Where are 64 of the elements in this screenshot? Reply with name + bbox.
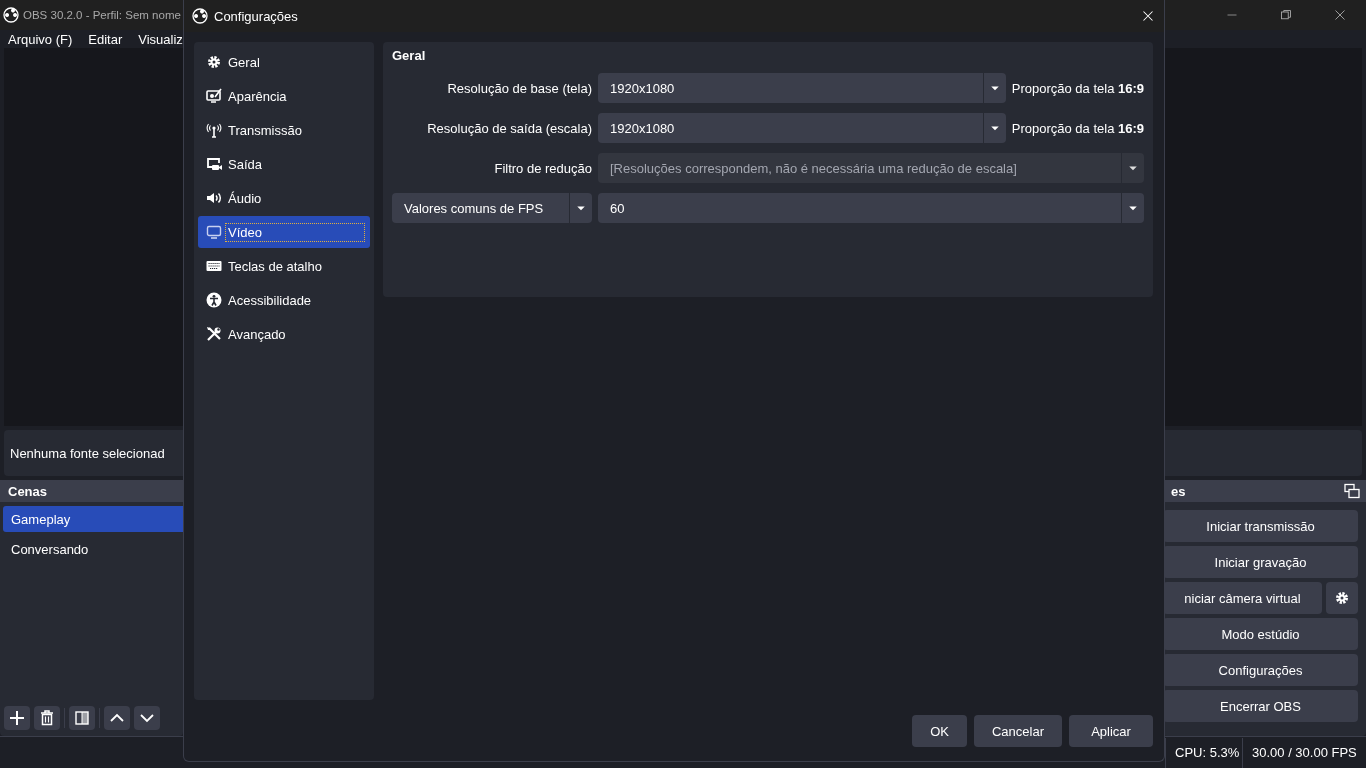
dialog-button[interactable]: OK bbox=[912, 715, 967, 747]
filter-icon bbox=[74, 710, 90, 726]
filter-button[interactable] bbox=[69, 706, 95, 730]
scene-item[interactable]: Conversando bbox=[3, 536, 183, 562]
menu-item[interactable]: Visualiz bbox=[138, 31, 183, 47]
monitor-icon bbox=[206, 224, 222, 240]
section-title: Geral bbox=[392, 48, 426, 63]
control-button[interactable]: Iniciar transmissão bbox=[1163, 510, 1358, 542]
sidebar-item[interactable]: Aparência bbox=[198, 80, 370, 112]
sidebar-item[interactable]: Avançado bbox=[198, 318, 370, 350]
obs-logo-icon bbox=[192, 8, 208, 24]
add-button[interactable] bbox=[4, 706, 30, 730]
status-text: 30.00 / 30.00 FPS bbox=[1242, 737, 1366, 768]
antenna-icon bbox=[206, 122, 222, 138]
aspect-ratio-text: Proporção da tela 16:9 bbox=[1011, 80, 1144, 96]
delete-button[interactable] bbox=[34, 706, 60, 730]
monitor-brush-icon bbox=[206, 88, 222, 104]
gear-icon bbox=[206, 54, 222, 70]
settings-button[interactable] bbox=[1326, 582, 1358, 614]
dialog-button[interactable]: Aplicar bbox=[1069, 715, 1153, 747]
tools-icon bbox=[206, 326, 222, 342]
sidebar-item[interactable]: Transmissão bbox=[198, 114, 370, 146]
scene-item[interactable]: Gameplay bbox=[3, 506, 183, 532]
field-label: Filtro de redução bbox=[493, 160, 592, 176]
move-down-button[interactable] bbox=[134, 706, 160, 730]
float-window-icon[interactable] bbox=[1344, 483, 1360, 499]
add-icon bbox=[9, 710, 25, 726]
control-button[interactable]: Encerrar OBS bbox=[1163, 690, 1358, 722]
field-label: Resolução de base (tela) bbox=[446, 80, 592, 96]
panel-title: Cenas bbox=[8, 483, 48, 499]
dropdown-field: [Resoluções correspondem, não é necessária uma redução de escala] bbox=[598, 153, 1144, 183]
control-button[interactable]: Iniciar gravação bbox=[1163, 546, 1358, 578]
dialog-button[interactable]: Cancelar bbox=[973, 715, 1062, 747]
dropdown-field[interactable]: 1920x1080 bbox=[598, 73, 1006, 103]
keyboard-icon bbox=[206, 258, 222, 274]
source-status-text: Nenhuma fonte selecionad bbox=[10, 445, 165, 461]
delete-icon bbox=[39, 710, 55, 726]
sidebar-item[interactable]: Vídeo bbox=[198, 216, 370, 248]
restore-icon[interactable] bbox=[1280, 9, 1292, 21]
fps-type-dropdown[interactable]: Valores comuns de FPS bbox=[392, 193, 592, 223]
sidebar-item[interactable]: Acessibilidade bbox=[198, 284, 370, 316]
sidebar-item[interactable]: Áudio bbox=[198, 182, 370, 214]
sidebar-item[interactable]: Geral bbox=[198, 46, 370, 78]
speaker-icon bbox=[206, 190, 222, 206]
aspect-ratio-text: Proporção da tela 16:9 bbox=[1011, 120, 1144, 136]
control-button[interactable]: Configurações bbox=[1163, 654, 1358, 686]
sidebar-item[interactable]: Teclas de atalho bbox=[198, 250, 370, 282]
move-up-button[interactable] bbox=[104, 706, 130, 730]
dropdown-field[interactable]: 1920x1080 bbox=[598, 113, 1006, 143]
panel-title: es bbox=[1171, 483, 1186, 499]
close-icon[interactable] bbox=[1334, 9, 1346, 21]
menu-item[interactable]: Editar bbox=[88, 31, 123, 47]
accessibility-icon bbox=[206, 292, 222, 308]
dropdown-field[interactable]: 60 bbox=[598, 193, 1144, 223]
obs-logo-icon bbox=[3, 7, 19, 23]
menu-item[interactable]: Arquivo (F) bbox=[8, 31, 73, 47]
control-button[interactable]: niciar câmera virtual bbox=[1163, 582, 1322, 614]
dialog-title: Configurações bbox=[214, 8, 299, 24]
control-button[interactable]: Modo estúdio bbox=[1163, 618, 1358, 650]
sidebar-item[interactable]: Saída bbox=[198, 148, 370, 180]
field-label: Resolução de saída (escala) bbox=[426, 120, 592, 136]
camera-screen-icon bbox=[206, 156, 222, 172]
window-title: OBS 30.2.0 - Perfil: Sem nome bbox=[23, 9, 181, 21]
settings-icon bbox=[1334, 590, 1350, 606]
